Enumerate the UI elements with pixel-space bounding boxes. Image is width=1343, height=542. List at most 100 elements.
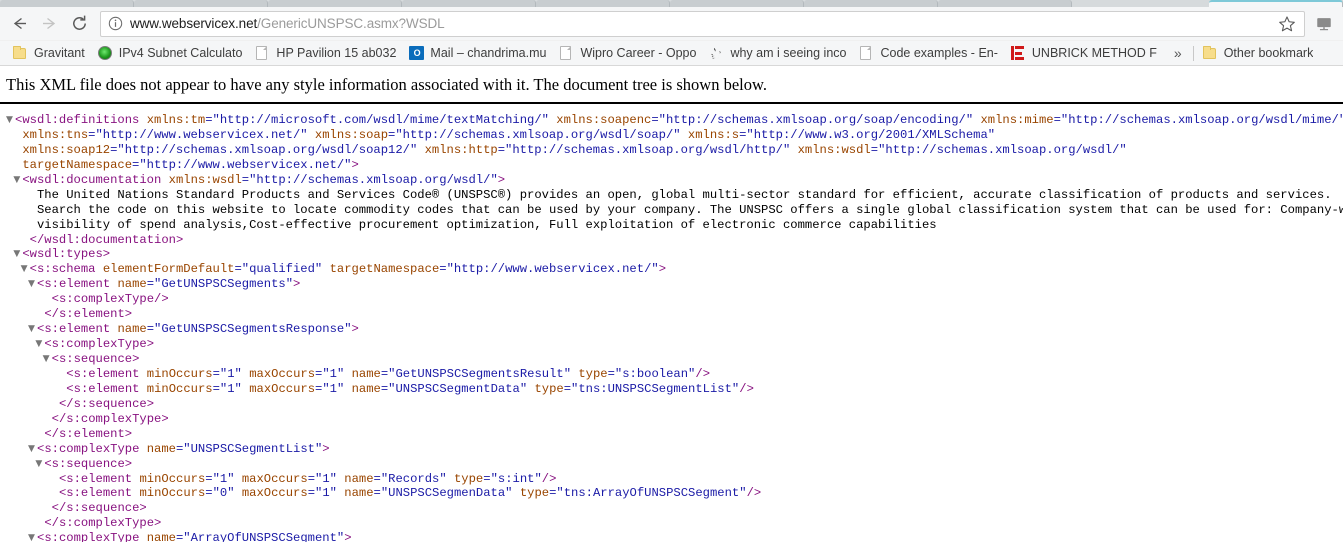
xml-punc: > — [293, 277, 301, 292]
back-button[interactable] — [4, 10, 34, 38]
bookmark-star-icon[interactable] — [1278, 15, 1296, 33]
xml-txt: visibility of spend analysis,Cost-effect… — [36, 217, 937, 232]
xml-line: ▼ <s:complexType name="ArrayOfUNSPSCSegme… — [0, 531, 1343, 542]
xml-line: </s:sequence> — [0, 501, 1343, 516]
xml-tag: s:element — [73, 366, 140, 381]
browser-tab[interactable] — [268, 0, 402, 7]
xml-punc: > — [497, 172, 506, 187]
address-bar[interactable]: www.webservicex.net/GenericUNSPSC.asmx?W… — [100, 10, 1305, 37]
bookmark-item[interactable]: O Mail – chandrima.mu — [404, 43, 552, 64]
xml-val: ="http://microsoft.com/wsdl/mime/textMat… — [205, 113, 557, 127]
xml-punc: > — [175, 232, 184, 247]
xml-line: </wsdl:documentation> — [0, 233, 1343, 248]
collapse-triangle-icon[interactable]: ▼ — [35, 337, 44, 352]
browser-tab[interactable] — [0, 0, 134, 7]
reload-button[interactable] — [64, 10, 94, 38]
folder-icon — [12, 45, 28, 59]
xml-tag: s:complexType — [44, 531, 140, 542]
xml-attr: name — [146, 531, 176, 542]
collapse-triangle-icon[interactable]: ▼ — [28, 531, 37, 542]
browser-tab[interactable] — [134, 0, 268, 7]
xml-line: </s:sequence> — [0, 397, 1343, 412]
collapse-triangle-icon[interactable]: ▼ — [21, 262, 30, 277]
xml-line: </s:complexType> — [0, 516, 1343, 531]
xml-val — [139, 531, 146, 542]
bookmark-item[interactable]: Gravitant — [8, 43, 91, 64]
xml-attr: xmlns:mime — [980, 113, 1054, 127]
xml-tag: s:complexType — [66, 411, 162, 426]
xml-attr: minOccurs — [146, 381, 213, 396]
xml-line: ▼ <wsdl:documentation xmlns:wsdl="http://… — [0, 173, 1343, 188]
xml-attr: maxOccurs — [241, 471, 308, 486]
xml-val: ="http://schemas.xmlsoap.org/wsdl/mime/" — [1053, 113, 1343, 127]
collapse-triangle-icon[interactable]: ▼ — [28, 442, 37, 457]
xml-attr: type — [453, 471, 484, 486]
xml-tag: s:sequence — [51, 456, 125, 471]
xml-val: ="0" — [205, 486, 242, 501]
xml-punc: > — [146, 337, 155, 352]
xml-style-notice: This XML file does not appear to have an… — [0, 66, 1343, 104]
xml-punc: > — [102, 247, 111, 262]
other-bookmarks-folder[interactable]: Other bookmark — [1198, 43, 1320, 64]
xml-txt: The United Nations Standard Products and… — [36, 187, 1332, 202]
xml-line: <s:element minOccurs="0" maxOccurs="1" n… — [0, 486, 1343, 501]
cast-icon[interactable] — [1311, 11, 1337, 37]
browser-tab[interactable] — [1209, 0, 1343, 7]
xml-val: ="http://schemas.xmlsoap.org/wsdl/http/" — [497, 142, 798, 157]
xml-punc: < — [51, 292, 59, 307]
xml-punc: < — [22, 172, 30, 187]
unbrick-icon — [1010, 46, 1026, 60]
xml-txt: Search the code on this website to locat… — [36, 202, 1343, 217]
bookmark-item[interactable]: Wipro Career - Oppo — [554, 43, 702, 64]
globe-icon — [97, 46, 113, 60]
bookmark-item[interactable]: why am i seeing inco — [704, 43, 852, 64]
xml-punc: > — [322, 441, 330, 456]
collapse-triangle-icon[interactable]: ▼ — [6, 113, 15, 128]
xml-punc: < — [44, 337, 52, 352]
browser-tab[interactable] — [536, 0, 670, 7]
xml-val — [96, 262, 103, 276]
xml-line: ▼ <s:element name="GetUNSPSCSegmentsRespo… — [0, 322, 1343, 337]
xml-val: ="s:int" — [483, 471, 542, 486]
bookmark-item[interactable]: HP Pavilion 15 ab032 — [250, 43, 402, 64]
bookmark-item[interactable]: IPv4 Subnet Calculato — [93, 43, 249, 64]
collapse-triangle-icon[interactable]: ▼ — [28, 322, 37, 337]
browser-tab[interactable] — [402, 0, 536, 7]
xml-attr: xmlns:wsdl — [168, 172, 242, 187]
collapse-triangle-icon[interactable]: ▼ — [13, 247, 22, 262]
xml-attr: xmlns:wsdl — [797, 142, 871, 157]
collapse-triangle-icon[interactable]: ▼ — [35, 457, 44, 472]
xml-punc: > — [161, 411, 169, 426]
collapse-triangle-icon[interactable]: ▼ — [43, 352, 52, 367]
browser-tab[interactable] — [670, 0, 804, 7]
xml-tag: wsdl:definitions — [22, 113, 140, 127]
xml-attr: minOccurs — [139, 471, 206, 486]
bookmarks-overflow-button[interactable]: » — [1165, 45, 1191, 61]
collapse-triangle-icon[interactable]: ▼ — [13, 173, 22, 188]
xml-attr: minOccurs — [146, 366, 213, 381]
bookmarks-bar: Gravitant IPv4 Subnet Calculato HP Pavilio… — [0, 41, 1343, 66]
xml-tag: s:complexType — [58, 292, 155, 307]
bookmark-label: Wipro Career - Oppo — [580, 46, 697, 60]
xml-attr: xmlns:http — [424, 142, 498, 157]
forward-button[interactable] — [34, 10, 64, 38]
page-icon — [558, 46, 574, 60]
bookmark-item[interactable]: UNBRICK METHOD F — [1006, 43, 1163, 64]
xml-punc: > — [124, 307, 133, 322]
xml-punc: > — [146, 396, 155, 411]
xml-punc: </ — [51, 411, 67, 426]
xml-line: ▼ <s:complexType> — [0, 337, 1343, 352]
xml-attr: xmlns:soap12 — [22, 142, 111, 157]
xml-punc: /> — [541, 471, 557, 486]
xml-line: </s:element> — [0, 307, 1343, 322]
browser-tab[interactable] — [938, 0, 1072, 7]
xml-attr: xmlns:soap — [314, 127, 389, 142]
xml-val: ="http://www.w3.org/2001/XMLSchema" — [739, 127, 996, 142]
xml-val: ="http://schemas.xmlsoap.org/wsdl/" — [870, 142, 1127, 157]
xml-val: ="UNSPSCSegmentList" — [175, 441, 323, 456]
collapse-triangle-icon[interactable]: ▼ — [28, 277, 37, 292]
browser-tab[interactable] — [804, 0, 938, 7]
bookmark-item[interactable]: Code examples - En- — [854, 43, 1003, 64]
xml-val: ="ArrayOfUNSPSCSegment" — [175, 531, 345, 542]
info-circle-icon[interactable] — [108, 16, 123, 31]
